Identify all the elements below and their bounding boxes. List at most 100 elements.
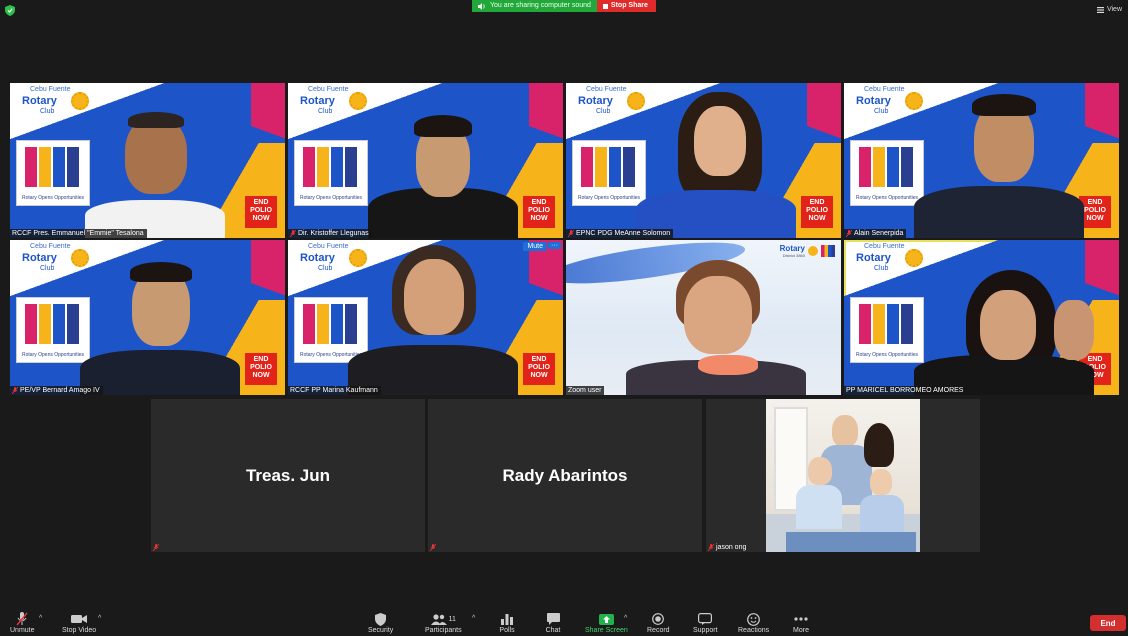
- end-polio-l1: END: [531, 199, 547, 206]
- stop-video-button[interactable]: Stop Video: [62, 611, 96, 634]
- door-navy: [623, 147, 635, 187]
- smiley-face-icon: [744, 611, 764, 627]
- door-yellow: [317, 304, 329, 344]
- doors-logo: Rotary Opens Opportunities: [572, 140, 646, 206]
- stop-square-icon: [602, 3, 608, 9]
- audio-options-chevron-icon[interactable]: ^: [39, 615, 42, 622]
- face: [404, 259, 464, 335]
- club-line3: Club: [318, 108, 333, 115]
- end-polio-l1: END: [809, 199, 825, 206]
- video-tile-2[interactable]: Cebu Fuente Rotary Club Rotary Opens Opp…: [288, 83, 563, 238]
- share-screen-button[interactable]: Share Screen: [585, 611, 628, 634]
- chat-button[interactable]: Chat: [543, 611, 563, 634]
- security-label: Security: [368, 627, 394, 634]
- stop-share-button[interactable]: Stop Share: [596, 0, 656, 12]
- participant-name: jason ong: [716, 544, 747, 551]
- district-logo: Rotary District 3860: [780, 244, 835, 258]
- door-navy: [67, 304, 79, 344]
- doors-caption: Rotary Opens Opportunities: [856, 195, 918, 201]
- end-polio-l2: POLIO: [528, 364, 550, 371]
- participant-name: PP MARICEL BORROMEO AMORES: [846, 387, 964, 394]
- participant-name-tag: Alain Senerpida: [844, 229, 907, 238]
- door-pink: [303, 304, 315, 344]
- participant-name-tag: jason ong: [706, 543, 749, 552]
- support-button[interactable]: Support: [693, 611, 718, 634]
- door-blue: [609, 147, 621, 187]
- participant-name: Zoom user: [568, 387, 602, 394]
- end-label: End: [1100, 618, 1116, 628]
- video-tile-9-no-video[interactable]: Treas. Jun: [151, 399, 425, 552]
- club-line2: Rotary: [856, 95, 891, 107]
- video-tile-10-no-video[interactable]: Rady Abarintos: [428, 399, 702, 552]
- participant-name-tag: RCCF PP Marina Kaufmann: [288, 386, 381, 395]
- club-line2: Rotary: [22, 252, 57, 264]
- video-tile-7[interactable]: Rotary District 3860 Zoom user: [566, 240, 841, 395]
- participant-name-tag: Dir. Kristoffer Llegunas: [288, 229, 372, 238]
- share-options-chevron-icon[interactable]: ^: [624, 615, 627, 622]
- reactions-label: Reactions: [738, 627, 770, 634]
- club-line1: Cebu Fuente: [30, 86, 71, 93]
- suit: [914, 186, 1084, 238]
- polls-label: Polls: [499, 627, 515, 634]
- video-tile-6[interactable]: Cebu Fuente Rotary Club Rotary Opens Opp…: [288, 240, 563, 395]
- video-tile-4[interactable]: Cebu Fuente Rotary Club Rotary Opens Opp…: [844, 83, 1119, 238]
- participant-video: [626, 260, 806, 395]
- stop-video-label: Stop Video: [62, 627, 97, 634]
- security-shield-icon[interactable]: [5, 5, 15, 16]
- mic-muted-icon: [846, 230, 852, 237]
- end-meeting-button[interactable]: End: [1090, 615, 1126, 631]
- door-yellow: [39, 304, 51, 344]
- video-tile-3[interactable]: Cebu Fuente Rotary Club Rotary Opens Opp…: [566, 83, 841, 238]
- video-tile-1[interactable]: Cebu Fuente Rotary Club Rotary Opens Opp…: [10, 83, 285, 238]
- end-polio-l2: POLIO: [528, 207, 550, 214]
- hair: [414, 115, 472, 137]
- more-button[interactable]: More: [791, 611, 811, 634]
- door-blue: [331, 147, 343, 187]
- more-options-button[interactable]: ···: [548, 242, 561, 249]
- record-icon: [648, 611, 668, 627]
- club-line1: Cebu Fuente: [864, 243, 905, 250]
- meeting-toolbar: Unmute ^ Stop Video ^ Security 11 Partic…: [0, 604, 1128, 636]
- doors-logo: Rotary Opens Opportunities: [850, 140, 924, 206]
- unmute-label: Unmute: [10, 627, 35, 634]
- end-polio-l3: NOW: [530, 215, 548, 222]
- hair: [130, 262, 192, 282]
- record-button[interactable]: Record: [647, 611, 670, 634]
- door-pink: [25, 147, 37, 187]
- door-pink: [303, 147, 315, 187]
- polls-button[interactable]: Polls: [497, 611, 517, 634]
- stop-share-label: Stop Share: [610, 2, 648, 9]
- face: [694, 106, 746, 176]
- unmute-button[interactable]: Unmute: [10, 611, 35, 634]
- view-button[interactable]: View: [1096, 6, 1122, 13]
- participants-button[interactable]: 11 Participants: [425, 611, 462, 634]
- participants-label: Participants: [425, 627, 462, 634]
- polls-bar-chart-icon: [497, 611, 517, 627]
- door-yellow: [595, 147, 607, 187]
- video-tile-8-active-speaker[interactable]: Cebu Fuente Rotary Club Rotary Opens Opp…: [844, 240, 1119, 395]
- club-line2: Rotary: [856, 252, 891, 264]
- club-line3: Club: [40, 265, 55, 272]
- girl-face: [870, 469, 892, 495]
- door-navy: [901, 147, 913, 187]
- reactions-button[interactable]: Reactions: [738, 611, 769, 634]
- mute-participant-button[interactable]: Mute: [523, 242, 547, 251]
- door-blue: [887, 147, 899, 187]
- club-line2: Rotary: [22, 95, 57, 107]
- participant-name: EPNC PDG MeAnne Solomon: [576, 230, 671, 237]
- security-button[interactable]: Security: [368, 611, 393, 634]
- participant-video: [914, 88, 1084, 238]
- participants-chevron-icon[interactable]: ^: [472, 615, 475, 622]
- video-tile-11[interactable]: jason ong: [706, 399, 980, 552]
- sharing-indicator: You are sharing computer sound Stop Shar…: [472, 0, 656, 12]
- club-line2: Rotary: [300, 95, 335, 107]
- video-options-chevron-icon[interactable]: ^: [98, 615, 101, 622]
- jeans: [786, 532, 916, 552]
- video-tile-5[interactable]: Cebu Fuente Rotary Club Rotary Opens Opp…: [10, 240, 285, 395]
- door-blue: [53, 304, 65, 344]
- end-polio-l3: NOW: [252, 215, 270, 222]
- support-icon: [695, 611, 715, 627]
- meeting-top-bar: You are sharing computer sound Stop Shar…: [0, 0, 1128, 22]
- more-label: More: [793, 627, 809, 634]
- participant-video: [80, 108, 230, 238]
